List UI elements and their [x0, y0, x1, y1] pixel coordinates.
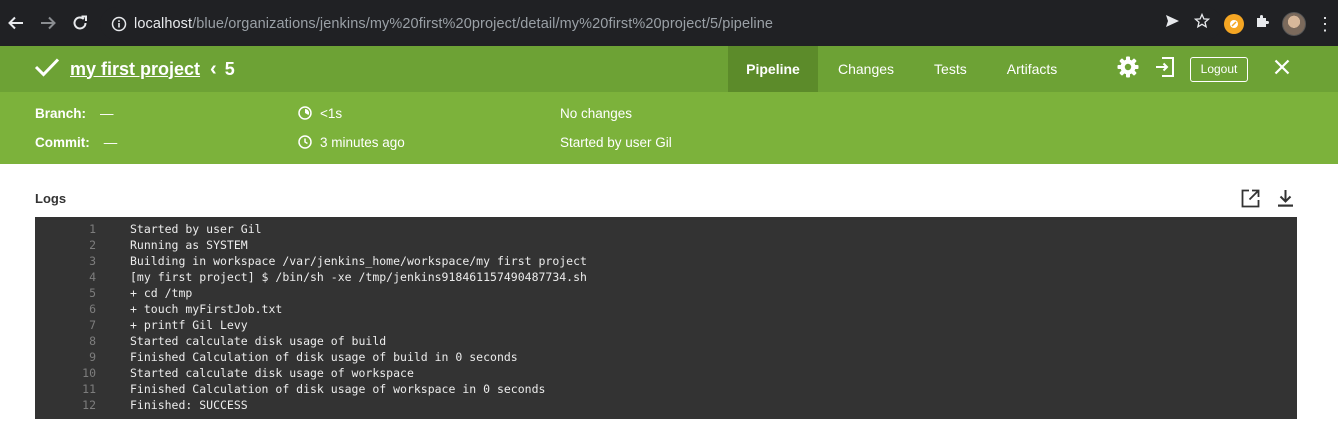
- started-ago-value: 3 minutes ago: [320, 134, 405, 150]
- line-text: Started calculate disk usage of workspac…: [130, 366, 414, 380]
- line-number: 4: [89, 270, 96, 284]
- logout-button[interactable]: Logout: [1190, 56, 1248, 82]
- line-text: Started calculate disk usage of build: [130, 334, 387, 348]
- log-line: 1 Started by user Gil: [35, 221, 1297, 237]
- gear-icon[interactable]: [1116, 55, 1140, 84]
- started-by-text: Started by user Gil: [560, 134, 672, 150]
- changes-text: No changes: [560, 105, 633, 121]
- tab-artifacts[interactable]: Artifacts: [987, 46, 1078, 92]
- menu-kebab-icon[interactable]: ⋮: [1316, 15, 1334, 33]
- line-text: [my first project] $ /bin/sh -xe /tmp/je…: [130, 270, 587, 284]
- line-text: + touch myFirstJob.txt: [130, 302, 283, 316]
- success-check-icon: [34, 56, 60, 83]
- run-tabs: Pipeline Changes Tests Artifacts: [728, 46, 1077, 92]
- log-line: 8 Started calculate disk usage of build: [35, 333, 1297, 349]
- branch-label: Branch:: [35, 105, 87, 121]
- started-row: 3 minutes ago: [298, 132, 405, 152]
- download-icon[interactable]: [1275, 188, 1296, 214]
- chevron-left-icon: ‹: [210, 57, 217, 80]
- open-in-new-icon[interactable]: [1240, 188, 1261, 214]
- line-number: 6: [89, 302, 96, 316]
- branch-value: —: [100, 105, 114, 121]
- log-line: 10 Started calculate disk usage of worksp…: [35, 365, 1297, 381]
- info-icon[interactable]: [104, 16, 134, 32]
- log-line: 3 Building in workspace /var/jenkins_home…: [35, 253, 1297, 269]
- line-number: 10: [82, 366, 96, 380]
- log-line: 7 + printf Gil Levy: [35, 317, 1297, 333]
- line-text: Building in workspace /var/jenkins_home/…: [130, 254, 587, 268]
- line-number: 8: [89, 334, 96, 348]
- back-arrow-icon[interactable]: [0, 7, 32, 39]
- log-line: 6 + touch myFirstJob.txt: [35, 301, 1297, 317]
- line-text: Finished: SUCCESS: [130, 398, 248, 412]
- reload-icon[interactable]: [64, 7, 96, 39]
- line-number: 1: [89, 222, 96, 236]
- send-icon[interactable]: [1164, 13, 1180, 34]
- close-icon[interactable]: [1274, 59, 1290, 80]
- exit-to-classic-icon[interactable]: [1154, 56, 1176, 83]
- branch-row: Branch: —: [35, 103, 114, 123]
- log-line: 9 Finished Calculation of disk usage of b…: [35, 349, 1297, 365]
- url-text: localhost/blue/organizations/jenkins/my%…: [134, 16, 773, 32]
- tab-changes[interactable]: Changes: [818, 46, 914, 92]
- line-number: 3: [89, 254, 96, 268]
- commit-label: Commit:: [35, 134, 90, 150]
- line-text: Started by user Gil: [130, 222, 262, 236]
- profile-avatar[interactable]: [1282, 11, 1306, 36]
- line-number: 5: [89, 286, 96, 300]
- project-link[interactable]: my first project: [70, 59, 200, 80]
- line-text: Finished Calculation of disk usage of wo…: [130, 382, 546, 396]
- log-line: 2 Running as SYSTEM: [35, 237, 1297, 253]
- log-console: 1 Started by user Gil 2 Running as SYSTEM …: [35, 217, 1297, 419]
- line-number: 12: [82, 398, 96, 412]
- line-number: 9: [89, 350, 96, 364]
- logs-title: Logs: [35, 191, 67, 206]
- tab-tests[interactable]: Tests: [914, 46, 987, 92]
- duration-value: <1s: [320, 105, 343, 121]
- line-number: 2: [89, 238, 96, 252]
- line-number: 11: [82, 382, 96, 396]
- run-number: 5: [224, 58, 235, 79]
- extension-icon[interactable]: [1224, 13, 1244, 34]
- line-text: Finished Calculation of disk usage of bu…: [130, 350, 518, 364]
- tab-pipeline[interactable]: Pipeline: [728, 46, 818, 92]
- url-path: /blue/organizations/jenkins/my%20first%2…: [192, 15, 774, 32]
- line-text: + cd /tmp: [130, 286, 193, 300]
- duration-row: <1s: [298, 103, 342, 123]
- stopwatch-icon: [298, 106, 312, 120]
- run-title: my first project ‹ 5: [34, 46, 235, 92]
- line-text: Running as SYSTEM: [130, 238, 248, 252]
- run-header: my first project ‹ 5 Pipeline Changes Te…: [0, 46, 1338, 92]
- line-text: + printf Gil Levy: [130, 318, 248, 332]
- clock-icon: [298, 135, 312, 149]
- log-line: 12 Finished: SUCCESS: [35, 397, 1297, 413]
- url-host: localhost: [134, 15, 193, 32]
- star-icon[interactable]: [1193, 12, 1211, 34]
- browser-toolbar: localhost/blue/organizations/jenkins/my%…: [0, 0, 1338, 46]
- line-number: 7: [89, 318, 96, 332]
- log-line: 5 + cd /tmp: [35, 285, 1297, 301]
- log-line: 11 Finished Calculation of disk usage of …: [35, 381, 1297, 397]
- puzzle-icon[interactable]: [1254, 12, 1272, 35]
- address-bar[interactable]: localhost/blue/organizations/jenkins/my%…: [100, 7, 1222, 40]
- log-line: 4 [my first project] $ /bin/sh -xe /tmp/j…: [35, 269, 1297, 285]
- run-summary: Branch: — Commit: — <1s 3 minutes ago No…: [0, 92, 1338, 164]
- commit-value: —: [103, 134, 118, 150]
- forward-arrow-icon[interactable]: [32, 7, 64, 39]
- commit-row: Commit: —: [35, 132, 117, 152]
